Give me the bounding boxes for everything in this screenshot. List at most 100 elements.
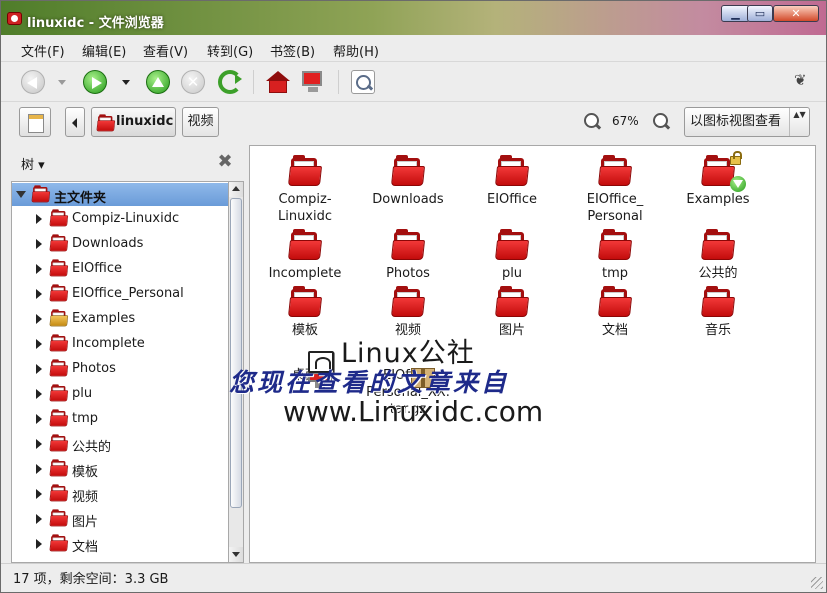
tree-item[interactable]: Incomplete: [12, 332, 228, 357]
file-item[interactable]: Photos: [358, 229, 458, 282]
expand-arrow-icon[interactable]: [36, 214, 42, 224]
file-item[interactable]: 图片: [462, 286, 562, 339]
tree-item-label: 模板: [72, 465, 99, 480]
file-item[interactable]: 文档: [565, 286, 665, 339]
zoom-in-icon[interactable]: [653, 113, 669, 129]
tree-item[interactable]: 公共的: [12, 432, 228, 457]
location-bar: linuxidc 视频 67% 以图标视图查看 ▲▼: [1, 101, 826, 143]
up-icon[interactable]: [146, 70, 170, 94]
tree-item[interactable]: Examples: [12, 307, 228, 332]
menu-bar: 文件(F) 编辑(E) 查看(V) 转到(G) 书签(B) 帮助(H): [1, 37, 826, 61]
maximize-button[interactable]: ▭: [747, 5, 773, 22]
file-item[interactable]: Compiz- Linuxidc: [255, 155, 355, 225]
minimize-button[interactable]: ▁: [721, 5, 750, 22]
tree-item[interactable]: Compiz-Linuxidc: [12, 207, 228, 232]
expand-arrow-icon[interactable]: [36, 514, 42, 524]
expand-arrow-icon[interactable]: [36, 389, 42, 399]
file-item[interactable]: Examples: [668, 151, 768, 208]
file-label: Compiz- Linuxidc: [277, 192, 333, 224]
computer-icon[interactable]: [301, 70, 325, 94]
edit-location-button[interactable]: [19, 107, 51, 137]
expand-arrow-icon[interactable]: [36, 339, 42, 349]
menu-go[interactable]: 转到(G): [207, 41, 253, 60]
tree-root-home[interactable]: 主文件夹: [12, 183, 228, 206]
collapse-arrow-icon[interactable]: [16, 191, 26, 198]
expand-arrow-icon[interactable]: [36, 414, 42, 424]
tree-item[interactable]: 模板: [12, 457, 228, 482]
tree-item[interactable]: 文档: [12, 532, 228, 557]
file-label: plu: [501, 266, 523, 281]
expand-arrow-icon[interactable]: [36, 439, 42, 449]
icon-view[interactable]: Compiz- Linuxidc Downloads EIOffice EIOff…: [249, 145, 816, 563]
expand-arrow-icon[interactable]: [36, 364, 42, 374]
tree-item[interactable]: Downloads: [12, 232, 228, 257]
tree-item[interactable]: Photos: [12, 357, 228, 382]
tree-item[interactable]: tmp: [12, 407, 228, 432]
expand-arrow-icon[interactable]: [36, 489, 42, 499]
zoom-out-icon[interactable]: [584, 113, 600, 129]
scroll-down-icon[interactable]: [229, 547, 243, 562]
expand-arrow-icon[interactable]: [36, 289, 42, 299]
file-item[interactable]: EIOffice: [462, 155, 562, 208]
file-item[interactable]: plu: [462, 229, 562, 282]
home-glyph: [266, 71, 290, 93]
folder-icon: [49, 234, 69, 252]
menu-bookmarks[interactable]: 书签(B): [270, 41, 315, 60]
tree-item[interactable]: EIOffice: [12, 257, 228, 282]
home-icon[interactable]: [266, 70, 290, 94]
search-icon[interactable]: [351, 70, 375, 94]
file-item[interactable]: 音乐: [668, 286, 768, 339]
folder-icon: [597, 155, 633, 186]
expand-arrow-icon[interactable]: [36, 264, 42, 274]
tree-item[interactable]: EIOffice_Personal: [12, 282, 228, 307]
file-item[interactable]: tmp: [565, 229, 665, 282]
back-icon[interactable]: [21, 70, 45, 94]
resize-grip-icon[interactable]: [811, 577, 823, 589]
menu-help[interactable]: 帮助(H): [333, 41, 379, 60]
path-button-video[interactable]: 视频: [182, 107, 219, 137]
toolbar-separator: [338, 70, 339, 94]
sidebar-type-select[interactable]: 树 ▾: [21, 154, 45, 173]
file-item[interactable]: 公共的: [668, 229, 768, 282]
zoom-level[interactable]: 67%: [612, 114, 639, 128]
close-button[interactable]: ✕: [773, 5, 819, 22]
forward-icon[interactable]: [83, 70, 107, 94]
expand-arrow-icon[interactable]: [36, 539, 42, 549]
file-label: 模板: [291, 323, 318, 338]
title-bar[interactable]: linuxidc - 文件浏览器 ▁ ▭ ✕: [1, 1, 826, 35]
reload-icon[interactable]: [218, 70, 242, 94]
tree-item-label: 图片: [72, 515, 99, 530]
tree-item-label: Compiz-Linuxidc: [72, 211, 180, 226]
path-scroll-left-button[interactable]: [65, 107, 85, 137]
tree-item[interactable]: plu: [12, 382, 228, 407]
scroll-up-icon[interactable]: [229, 182, 243, 197]
file-item[interactable]: Incomplete: [255, 229, 355, 282]
menu-edit[interactable]: 编辑(E): [82, 41, 126, 60]
status-bar: 17 项，剩余空间：3.3 GB: [1, 563, 826, 592]
folder-icon: [49, 384, 69, 402]
app-icon: [7, 12, 22, 25]
forward-history-chevron-down-icon[interactable]: [122, 80, 130, 85]
folder-tree[interactable]: 主文件夹 Compiz-Linuxidc Downloads EIOffice …: [11, 181, 229, 563]
file-item[interactable]: 模板: [255, 286, 355, 339]
folder-icon: [49, 259, 69, 277]
folder-icon: [700, 229, 736, 260]
tree-item[interactable]: 图片: [12, 507, 228, 532]
expand-arrow-icon[interactable]: [36, 239, 42, 249]
watermark-source-notice: 您现在查看的文章来自: [229, 368, 510, 397]
stop-icon[interactable]: ✕: [181, 70, 205, 94]
file-item[interactable]: Downloads: [358, 155, 458, 208]
back-history-chevron-down-icon[interactable]: [58, 80, 66, 85]
sidebar-close-icon[interactable]: ✖: [216, 153, 234, 171]
path-button-home[interactable]: linuxidc: [91, 107, 176, 137]
file-item[interactable]: EIOffice_ Personal: [565, 155, 665, 225]
tree-item-label: Incomplete: [72, 336, 145, 351]
menu-file[interactable]: 文件(F): [21, 41, 65, 60]
scroll-thumb[interactable]: [230, 198, 242, 508]
expand-arrow-icon[interactable]: [36, 314, 42, 324]
locked-folder-icon: [49, 309, 69, 327]
expand-arrow-icon[interactable]: [36, 464, 42, 474]
tree-item[interactable]: 视频: [12, 482, 228, 507]
view-mode-select[interactable]: 以图标视图查看 ▲▼: [684, 107, 810, 137]
menu-view[interactable]: 查看(V): [143, 41, 188, 60]
